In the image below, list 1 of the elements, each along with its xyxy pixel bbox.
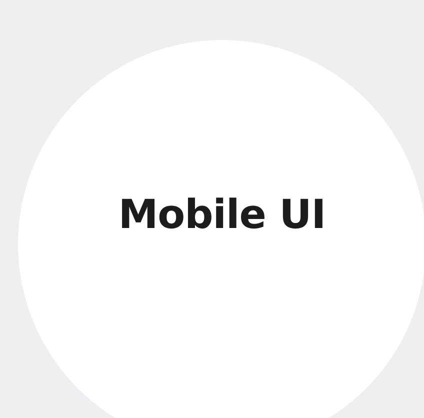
title: Mobile UI xyxy=(118,192,326,238)
